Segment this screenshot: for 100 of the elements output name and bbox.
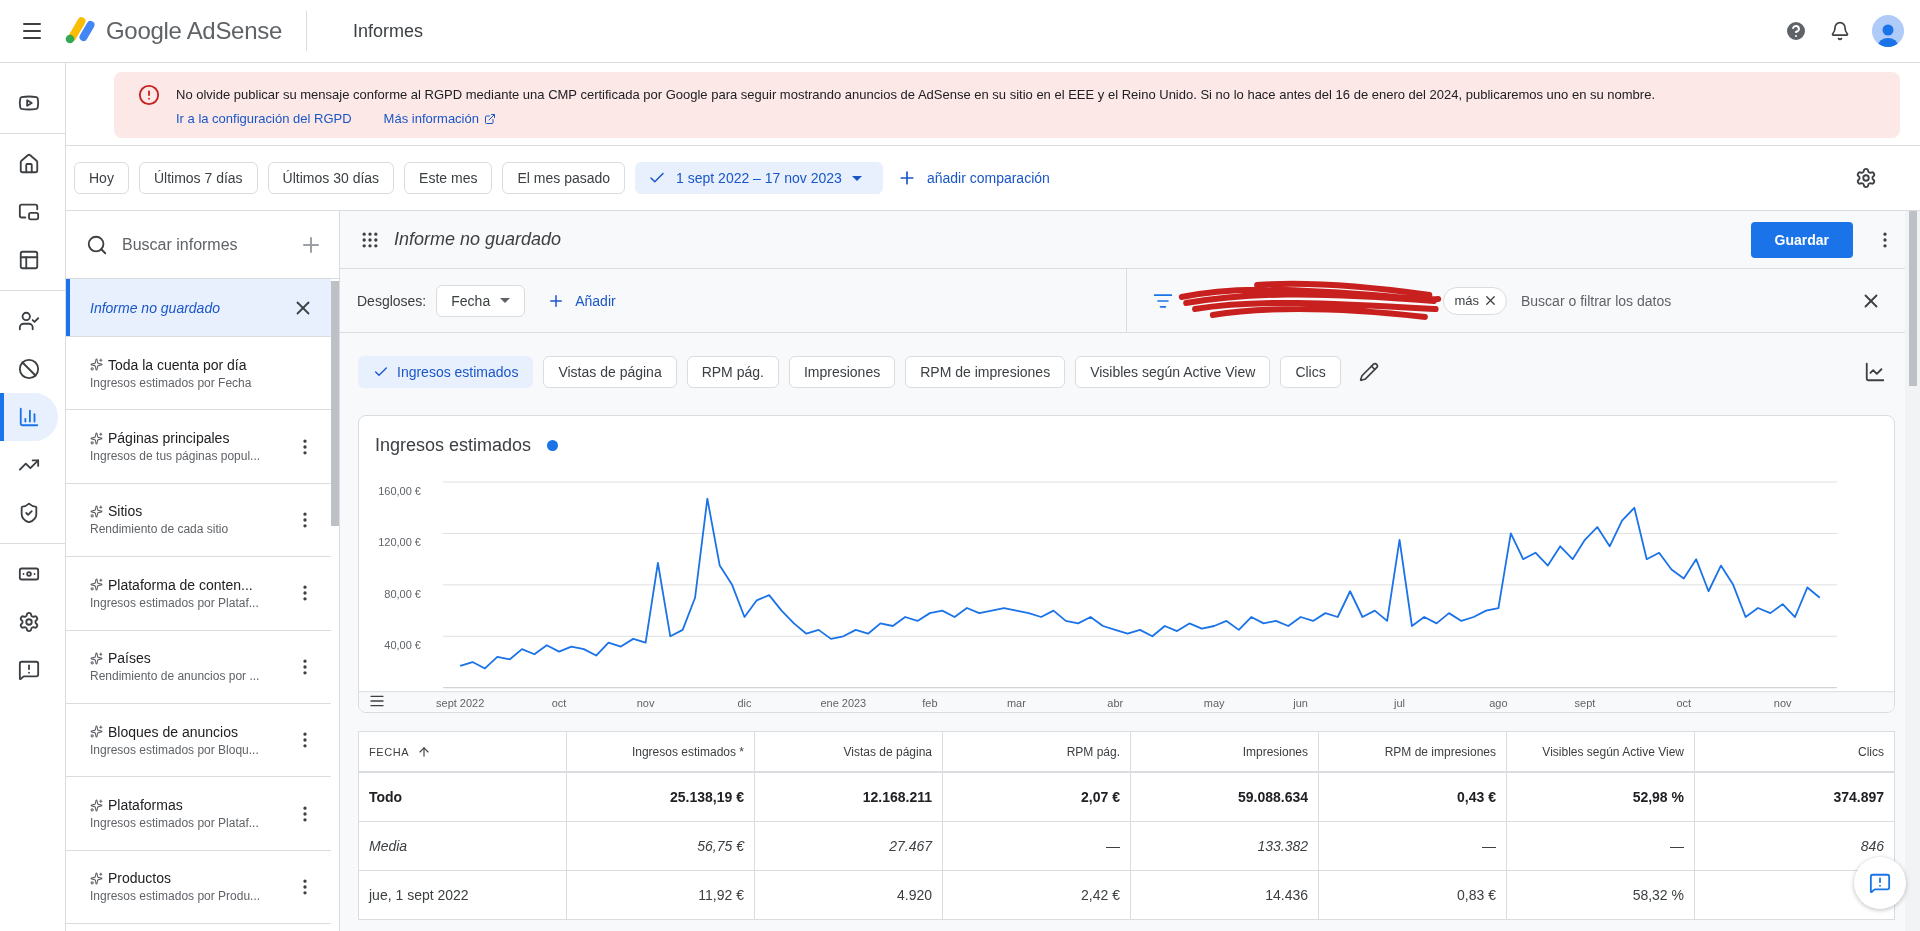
table-cell: 0,43 € [1457, 789, 1496, 805]
report-subtitle: Rendimiento de cada sitio [90, 522, 230, 537]
table-cell: — [1670, 838, 1684, 854]
scrollbar-thumb[interactable] [331, 281, 339, 526]
table-cell: jue, 1 sept 2022 [369, 887, 469, 903]
column-header[interactable]: FECHA [359, 732, 566, 771]
save-button[interactable]: Guardar [1750, 221, 1853, 258]
axis-label: ene 2023 [820, 696, 867, 709]
table-cell: 56,75 € [697, 838, 744, 854]
table-cell: 0,83 € [1457, 887, 1496, 903]
metric-chip[interactable]: Impresiones [788, 356, 896, 388]
app-name: Google AdSense [106, 17, 282, 45]
report-title: Informe no guardado [90, 299, 220, 316]
column-header[interactable]: RPM de impresiones [1318, 732, 1506, 771]
avatar-icon[interactable] [1872, 15, 1904, 47]
metric-chip[interactable]: RPM de impresiones [905, 356, 1066, 388]
column-header[interactable]: Impresiones [1130, 732, 1318, 771]
report-name: Informe no guardado [394, 229, 562, 250]
caret-icon [500, 298, 511, 303]
metric-chip[interactable]: Visibles según Active View [1075, 356, 1271, 388]
sparkle-icon [90, 358, 103, 372]
column-header[interactable]: Vistas de página [754, 732, 942, 771]
table-cell: 2,42 € [1081, 887, 1120, 903]
line-chart-icon[interactable] [1863, 360, 1887, 384]
help-icon[interactable] [1784, 19, 1808, 43]
table-cell: 12.168.211 [862, 789, 932, 805]
table-cell: 52,98 % [1632, 789, 1684, 805]
sparkle-icon [90, 871, 103, 885]
error-icon [138, 84, 160, 106]
axis-label: nov [636, 696, 655, 709]
report-subtitle: Ingresos estimados por Plataf... [90, 595, 260, 610]
external-link-icon [483, 112, 496, 125]
report-subtitle: Ingresos estimados por Fecha [90, 375, 253, 390]
date-range-chip[interactable]: Este mes [404, 162, 493, 194]
axis-label: dic [737, 696, 752, 709]
axis-label: 40,00 € [384, 639, 421, 652]
table-cell: 846 [1860, 838, 1884, 854]
table-cell: 58,32 % [1632, 887, 1684, 903]
alert-message: No olvide publicar su mensaje conforme al RGPD mediante una CMP certificada por Google para seguir mostrando anuncios de AdSense en su sitio en el EEE y el Reino Unido. Si no lo hace antes del 16 de enero del 2024, publicaremos uno en su nombre. [176, 87, 1656, 102]
column-header[interactable]: RPM pág. [942, 732, 1130, 771]
date-range-chip[interactable]: Últimos 30 días [267, 162, 395, 194]
table-cell: 4.920 [896, 887, 932, 903]
scrollbar-thumb[interactable] [1908, 211, 1917, 386]
date-range-chip[interactable]: Hoy [74, 162, 129, 194]
add-comparison-button[interactable]: añadir comparación [892, 168, 1054, 188]
bar-chart-icon[interactable] [0, 393, 58, 441]
filter-chip[interactable]: más [1443, 286, 1507, 315]
date-range-chip[interactable]: 1 sept 2022 – 17 nov 2023 [635, 162, 883, 194]
table-cell: 374.897 [1833, 789, 1884, 805]
alert-link[interactable]: Ir a la configuración del RGPD [176, 111, 352, 126]
settings-icon[interactable] [1854, 166, 1878, 190]
breakdown-label: Desgloses: [357, 292, 427, 309]
metric-chip[interactable]: RPM pág. [686, 356, 779, 388]
report-subtitle: Ingresos estimados por Plataf... [90, 816, 260, 831]
axis-label: feb [922, 696, 938, 709]
breakdown-select[interactable]: Fecha [436, 284, 526, 317]
axis-label: abr [1107, 696, 1124, 709]
column-header[interactable]: Ingresos estimados * [566, 732, 754, 771]
axis-label: ago [1489, 696, 1508, 709]
alert-link[interactable]: Más información [383, 111, 496, 126]
report-item[interactable]: Informe no guardado [66, 279, 331, 337]
report-subtitle: Rendimiento de anuncios por ... [90, 669, 261, 684]
sparkle-icon [90, 725, 103, 739]
close-icon[interactable] [1483, 293, 1498, 308]
axis-label: jun [1293, 696, 1308, 709]
table-cell: 27.467 [889, 838, 932, 854]
add-breakdown-button[interactable]: Añadir [543, 291, 620, 310]
report-subtitle: Ingresos de tus páginas popul... [90, 449, 262, 464]
report-subtitle: Ingresos estimados por Bloqu... [90, 742, 260, 757]
metric-chip[interactable]: Clics [1280, 356, 1341, 388]
report-title: Bloques de anuncios [108, 723, 238, 740]
axis-label: nov [1773, 696, 1792, 709]
sparkle-icon [90, 578, 103, 592]
table-cell: 133.382 [1257, 838, 1308, 854]
date-range-chip[interactable]: Últimos 7 días [138, 162, 258, 194]
sparkle-icon [90, 431, 103, 445]
metric-chip[interactable]: Vistas de página [543, 356, 677, 388]
axis-label: sept [1574, 696, 1596, 709]
sparkle-icon [90, 504, 103, 518]
axis-label: may [1203, 696, 1225, 709]
feedback-icon [1869, 872, 1891, 894]
report-title: Sitios [108, 503, 143, 520]
column-header[interactable]: Clics [1694, 732, 1894, 771]
table-cell: 11,92 € [698, 887, 744, 903]
report-title: Plataformas [108, 797, 183, 814]
report-title: Toda la cuenta por día [108, 356, 247, 373]
table-icon[interactable] [369, 693, 385, 709]
report-title: Países [108, 650, 151, 667]
axis-label: mar [1006, 696, 1026, 709]
sort-arrow-icon [417, 744, 432, 759]
table-cell: 2,07 € [1081, 789, 1120, 805]
column-header[interactable]: Visibles según Active View [1506, 732, 1694, 771]
date-range-chip[interactable]: El mes pasado [502, 162, 626, 194]
axis-label: sept 2022 [436, 696, 485, 709]
table-cell: — [1106, 838, 1120, 854]
metric-chip[interactable]: Ingresos estimados [358, 356, 534, 388]
axis-label: jul [1394, 696, 1406, 709]
sparkle-icon [90, 798, 103, 812]
filter-value: más [1454, 293, 1479, 308]
filter-field[interactable]: Buscar o filtrar los datos [1519, 291, 1847, 310]
